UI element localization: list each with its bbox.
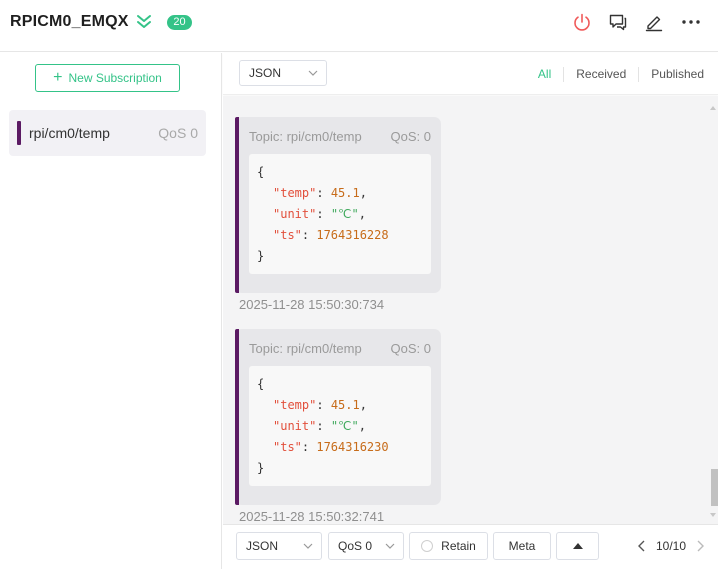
meta-label: Meta [508, 539, 536, 553]
message-timestamp: 2025-11-28 15:50:30:734 [239, 297, 385, 312]
json-close-brace: } [257, 249, 265, 263]
tab-all[interactable]: All [526, 67, 563, 82]
payload-format-value: JSON [249, 66, 282, 80]
chevron-right-icon[interactable] [696, 540, 704, 552]
json-value: 45.1 [330, 186, 360, 200]
publish-toolbar: JSON QoS 0 Retain Meta 10/10 [223, 524, 718, 569]
message-payload: { "temp": 45.1, "unit": "℃", "ts": 17643… [249, 154, 431, 274]
message-color-bar [235, 117, 239, 293]
caret-up-icon [572, 543, 583, 549]
publish-qos-value: QoS 0 [338, 539, 373, 553]
chevron-down-icon [385, 543, 395, 549]
retain-label: Retain [441, 539, 476, 553]
double-chevron-down-icon[interactable] [135, 13, 153, 31]
disconnect-button[interactable] [571, 11, 593, 33]
payload-format-select[interactable]: JSON [239, 60, 327, 86]
new-subscription-label: New Subscription [68, 71, 162, 85]
chevron-down-icon [303, 543, 313, 549]
subscription-color-bar [17, 121, 21, 145]
edit-connection-button[interactable] [643, 11, 665, 33]
message-color-bar [235, 329, 239, 505]
message-type-tabs: All Received Published [526, 67, 704, 82]
expand-payload-button[interactable] [556, 532, 599, 560]
scroll-down-arrow[interactable] [710, 513, 716, 517]
message-qos: QoS: 0 [390, 341, 431, 356]
subscriptions-pane: + New Subscription rpi/cm0/temp QoS 0 [0, 53, 222, 569]
tab-received[interactable]: Received [563, 67, 638, 82]
connection-name: RPICM0_EMQX [10, 13, 129, 30]
page-indicator: 10/10 [655, 539, 686, 553]
publish-format-value: JSON [246, 539, 279, 553]
messages-toggle-button[interactable] [607, 11, 629, 33]
meta-button[interactable]: Meta [493, 532, 551, 560]
json-key: "unit" [273, 419, 317, 433]
chat-icon [609, 14, 627, 31]
received-message: Topic: rpi/cm0/temp QoS: 0 { "temp": 45.… [235, 117, 441, 293]
more-options-button[interactable] [680, 11, 702, 33]
message-qos: QoS: 0 [390, 129, 431, 144]
message-timestamp: 2025-11-28 15:50:32:741 [239, 509, 385, 524]
json-key: "ts" [273, 440, 302, 454]
message-list[interactable]: Topic: rpi/cm0/temp QoS: 0 { "temp": 45.… [223, 96, 718, 524]
retain-toggle[interactable]: Retain [409, 532, 488, 560]
message-count-badge: 20 [167, 15, 192, 30]
json-key: "temp" [273, 398, 317, 412]
json-value: "℃" [330, 207, 359, 221]
publish-qos-select[interactable]: QoS 0 [328, 532, 404, 560]
more-icon [682, 20, 700, 24]
json-open-brace: { [257, 377, 265, 391]
json-key: "unit" [273, 207, 317, 221]
json-close-brace: } [257, 461, 265, 475]
chevron-left-icon[interactable] [637, 540, 646, 552]
subscription-topic: rpi/cm0/temp [29, 125, 110, 141]
message-topic: Topic: rpi/cm0/temp [249, 341, 362, 356]
new-subscription-button[interactable]: + New Subscription [35, 64, 180, 92]
message-payload: { "temp": 45.1, "unit": "℃", "ts": 17643… [249, 366, 431, 486]
chevron-down-icon [308, 70, 318, 76]
json-key: "ts" [273, 228, 302, 242]
publish-format-select[interactable]: JSON [236, 532, 322, 560]
scrollbar-thumb[interactable] [711, 469, 718, 506]
connection-header: RPICM0_EMQX 20 [0, 0, 718, 52]
subscription-qos: QoS 0 [158, 125, 198, 141]
scroll-up-arrow[interactable] [710, 106, 716, 110]
plus-icon: + [53, 69, 63, 86]
tab-published[interactable]: Published [638, 67, 704, 82]
subscription-item[interactable]: rpi/cm0/temp QoS 0 [9, 110, 206, 156]
json-key: "temp" [273, 186, 317, 200]
json-value: "℃" [330, 419, 359, 433]
received-message: Topic: rpi/cm0/temp QoS: 0 { "temp": 45.… [235, 329, 441, 505]
message-filter-bar: JSON All Received Published [223, 53, 718, 95]
json-value: 1764316228 [316, 228, 389, 242]
message-pager: 10/10 [637, 539, 704, 553]
edit-icon [645, 16, 663, 32]
retain-radio [421, 540, 434, 552]
json-value: 45.1 [330, 398, 360, 412]
json-open-brace: { [257, 165, 265, 179]
json-value: 1764316230 [316, 440, 389, 454]
message-topic: Topic: rpi/cm0/temp [249, 129, 362, 144]
power-icon [574, 13, 590, 31]
mqtt-client-window: RPICM0_EMQX 20 + New Subscription rpi/cm… [0, 0, 718, 569]
